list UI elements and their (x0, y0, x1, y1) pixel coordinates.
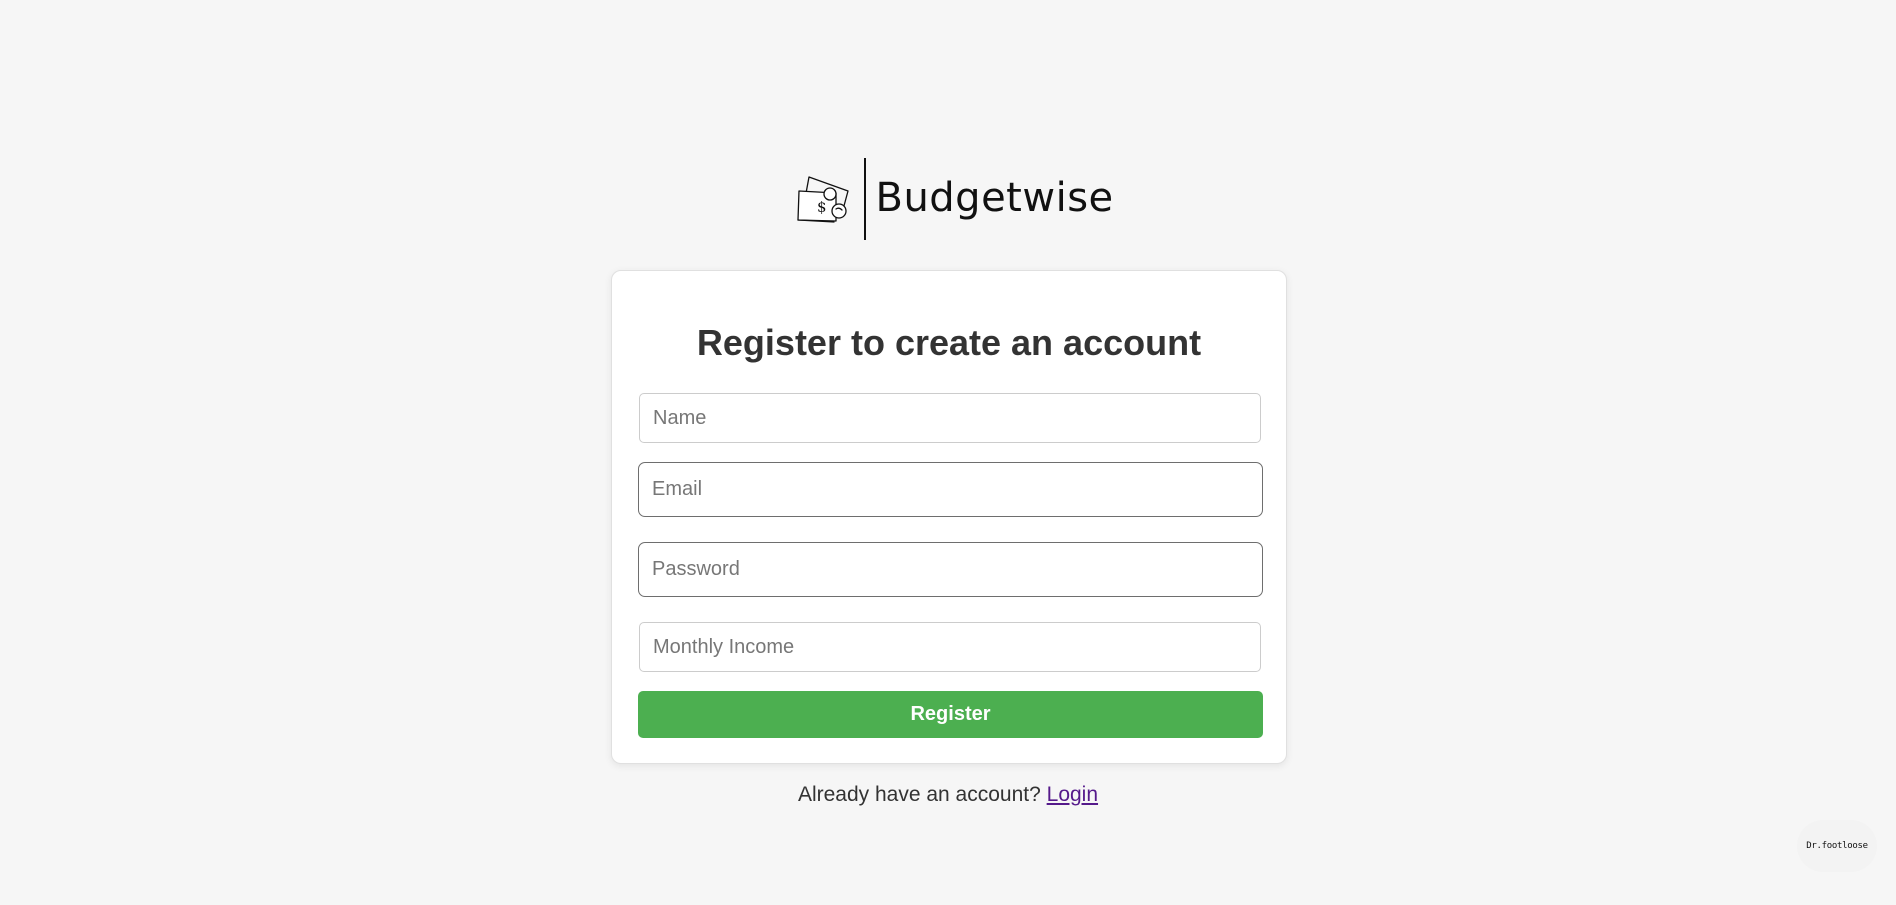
page-title: Register to create an account (696, 322, 1202, 363)
brand-logo: $ Budgetwise (796, 156, 1114, 242)
login-link[interactable]: Login (1047, 783, 1098, 806)
money-bills-coins-icon: $ (797, 176, 849, 223)
name-input[interactable] (639, 393, 1261, 443)
register-button[interactable]: Register (638, 691, 1263, 738)
register-card: Register to create an account Register (611, 270, 1287, 764)
monthly-income-input[interactable] (639, 622, 1261, 672)
brand-name: Budgetwise (875, 175, 1114, 221)
login-prompt-text: Already have an account? (797, 783, 1041, 806)
corner-badge[interactable]: Dr.footloose (1797, 820, 1877, 872)
login-prompt: Already have an account? Login (0, 783, 1896, 807)
brand-divider (864, 158, 866, 240)
corner-badge-text: Dr.footloose (1806, 841, 1868, 851)
password-input[interactable] (638, 542, 1263, 597)
register-page: $ Budgetwise Register to create an accou… (0, 0, 1896, 905)
email-input[interactable] (638, 462, 1263, 517)
svg-text:$: $ (817, 198, 827, 216)
